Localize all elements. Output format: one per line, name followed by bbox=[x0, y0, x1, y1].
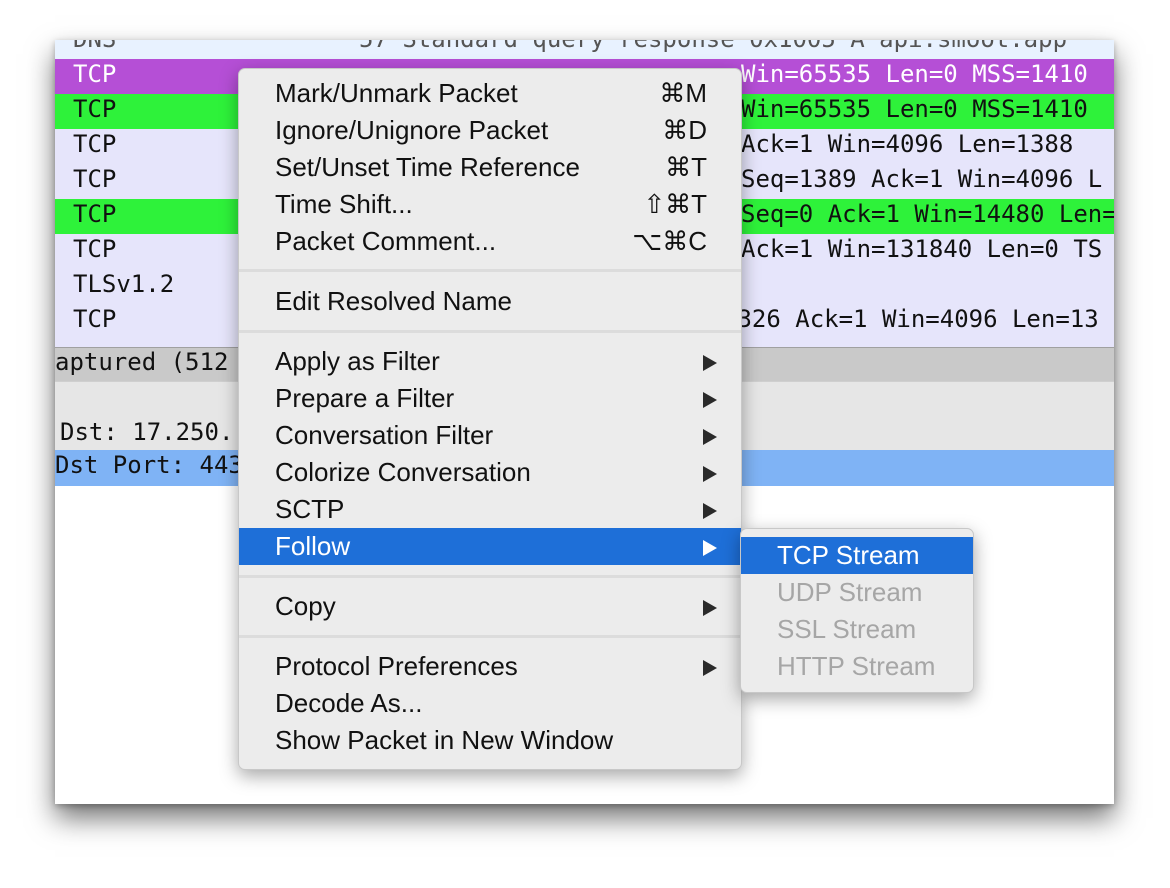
menu-item-label: Copy bbox=[275, 591, 336, 621]
chevron-right-icon bbox=[703, 466, 717, 482]
menu-item-label: Protocol Preferences bbox=[275, 651, 518, 681]
context-menu: Mark/Unmark Packet ⌘M Ignore/Unignore Pa… bbox=[238, 68, 742, 770]
packet-protocol: TCP bbox=[73, 235, 117, 263]
submenu-item-http-stream: HTTP Stream bbox=[741, 648, 973, 685]
keyboard-shortcut: ⌘M bbox=[659, 78, 707, 108]
submenu-item-label: TCP Stream bbox=[777, 540, 920, 570]
menu-item-mark-unmark-packet[interactable]: Mark/Unmark Packet ⌘M bbox=[239, 75, 741, 112]
chevron-right-icon bbox=[703, 355, 717, 371]
menu-item-label: Prepare a Filter bbox=[275, 383, 455, 413]
menu-item-apply-as-filter[interactable]: Apply as Filter bbox=[239, 343, 741, 380]
menu-separator bbox=[239, 575, 741, 578]
menu-item-protocol-preferences[interactable]: Protocol Preferences bbox=[239, 648, 741, 685]
menu-item-ignore-unignore-packet[interactable]: Ignore/Unignore Packet ⌘D bbox=[239, 112, 741, 149]
menu-item-label: Show Packet in New Window bbox=[275, 725, 614, 755]
submenu-item-ssl-stream: SSL Stream bbox=[741, 611, 973, 648]
menu-item-label: Conversation Filter bbox=[275, 420, 494, 450]
chevron-right-icon bbox=[703, 503, 717, 519]
menu-item-prepare-a-filter[interactable]: Prepare a Filter bbox=[239, 380, 741, 417]
menu-item-edit-resolved-name[interactable]: Edit Resolved Name bbox=[239, 283, 741, 320]
submenu-item-tcp-stream[interactable]: TCP Stream bbox=[741, 537, 973, 574]
menu-item-show-packet-in-new-window[interactable]: Show Packet in New Window bbox=[239, 722, 741, 759]
keyboard-shortcut: ⌘D bbox=[662, 115, 707, 145]
packet-info: Seq=1389 Ack=1 Win=4096 L bbox=[741, 165, 1103, 193]
menu-item-label: Packet Comment... bbox=[275, 226, 497, 256]
packet-protocol: DNS bbox=[73, 40, 116, 53]
detail-line-dst: Dst: 17.250. bbox=[60, 418, 234, 446]
menu-item-label: Decode As... bbox=[275, 688, 423, 718]
chevron-right-icon bbox=[703, 429, 717, 445]
keyboard-shortcut: ⌥⌘C bbox=[632, 226, 707, 256]
menu-item-label: SCTP bbox=[275, 494, 345, 524]
frame-summary-text: aptured (512 bbox=[55, 348, 229, 376]
menu-separator bbox=[239, 330, 741, 333]
packet-info: Ack=1 Win=131840 Len=0 TS bbox=[741, 235, 1103, 263]
packet-protocol: TCP bbox=[73, 200, 117, 228]
menu-item-label: Ignore/Unignore Packet bbox=[275, 115, 549, 145]
packet-protocol: TLSv1.2 bbox=[73, 270, 175, 298]
submenu-item-label: UDP Stream bbox=[777, 577, 923, 607]
packet-info: Seq=0 Ack=1 Win=14480 Len= bbox=[741, 200, 1114, 228]
menu-item-sctp[interactable]: SCTP bbox=[239, 491, 741, 528]
menu-item-label: Time Shift... bbox=[275, 189, 413, 219]
packet-protocol: TCP bbox=[73, 130, 117, 158]
packet-info: 57 Standard query response 0x1005 A api.… bbox=[359, 40, 1067, 53]
menu-item-decode-as[interactable]: Decode As... bbox=[239, 685, 741, 722]
menu-item-label: Edit Resolved Name bbox=[275, 286, 512, 316]
keyboard-shortcut: ⌘T bbox=[665, 152, 707, 182]
chevron-right-icon bbox=[703, 540, 717, 556]
menu-separator bbox=[239, 635, 741, 638]
packet-info: Ack=1 Win=4096 Len=1388 bbox=[741, 130, 1074, 158]
chevron-right-icon bbox=[703, 600, 717, 616]
chevron-right-icon bbox=[703, 392, 717, 408]
menu-separator bbox=[239, 269, 741, 272]
packet-info: Win=65535 Len=0 MSS=1410 bbox=[741, 60, 1088, 88]
menu-item-packet-comment[interactable]: Packet Comment... ⌥⌘C bbox=[239, 223, 741, 260]
packet-protocol: TCP bbox=[73, 60, 117, 88]
follow-submenu: TCP Stream UDP Stream SSL Stream HTTP St… bbox=[740, 528, 974, 693]
menu-item-conversation-filter[interactable]: Conversation Filter bbox=[239, 417, 741, 454]
selected-detail-text: Dst Port: 443 bbox=[55, 451, 243, 479]
menu-item-label: Set/Unset Time Reference bbox=[275, 152, 580, 182]
packet-protocol: TCP bbox=[73, 95, 117, 123]
packet-row[interactable]: DNS 57 Standard query response 0x1005 A … bbox=[55, 40, 1114, 59]
menu-item-label: Colorize Conversation bbox=[275, 457, 531, 487]
packet-protocol: TCP bbox=[73, 305, 117, 333]
menu-item-set-unset-time-reference[interactable]: Set/Unset Time Reference ⌘T bbox=[239, 149, 741, 186]
submenu-item-udp-stream: UDP Stream bbox=[741, 574, 973, 611]
submenu-item-label: HTTP Stream bbox=[777, 651, 936, 681]
menu-item-colorize-conversation[interactable]: Colorize Conversation bbox=[239, 454, 741, 491]
submenu-item-label: SSL Stream bbox=[777, 614, 917, 644]
menu-item-follow[interactable]: Follow bbox=[239, 528, 741, 565]
chevron-right-icon bbox=[703, 660, 717, 676]
packet-info: Win=65535 Len=0 MSS=1410 bbox=[741, 95, 1088, 123]
menu-item-label: Apply as Filter bbox=[275, 346, 440, 376]
menu-item-label: Mark/Unmark Packet bbox=[275, 78, 518, 108]
packet-protocol: TCP bbox=[73, 165, 117, 193]
keyboard-shortcut: ⇧⌘T bbox=[643, 189, 707, 219]
menu-item-label: Follow bbox=[275, 531, 351, 561]
menu-item-time-shift[interactable]: Time Shift... ⇧⌘T bbox=[239, 186, 741, 223]
menu-item-copy[interactable]: Copy bbox=[239, 588, 741, 625]
packet-info: 2326 Ack=1 Win=4096 Len=13 bbox=[723, 305, 1099, 333]
